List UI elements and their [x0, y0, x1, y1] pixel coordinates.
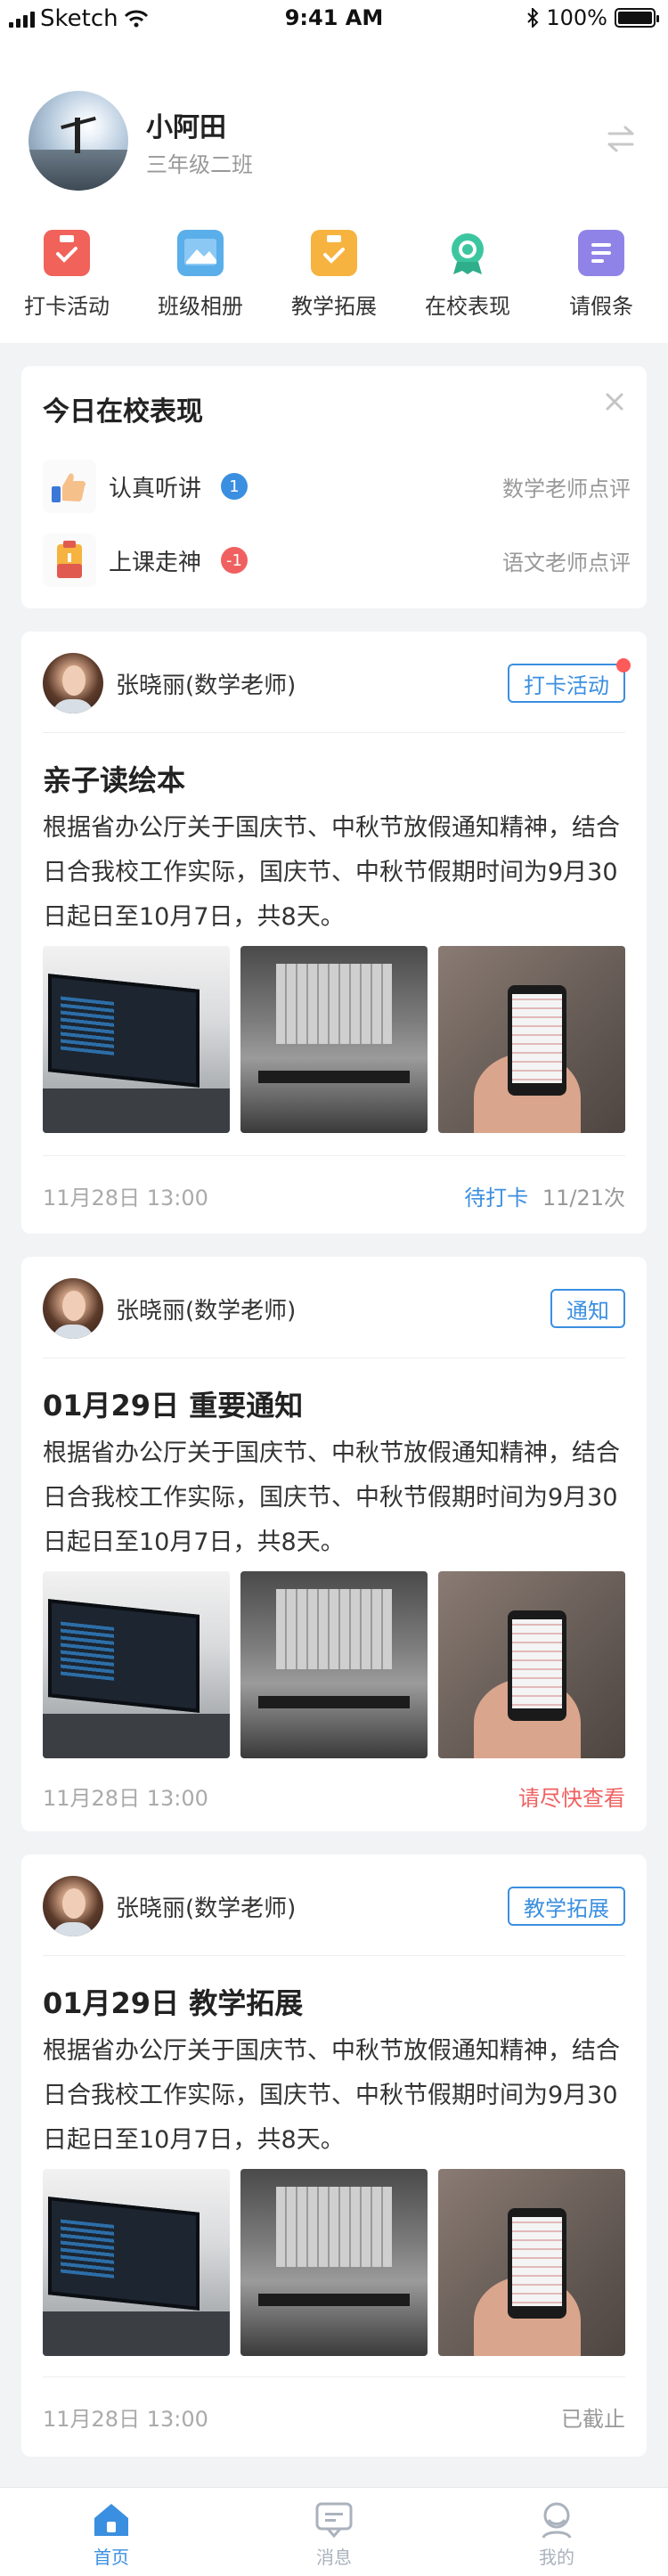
- menu-label: 教学拓展: [291, 294, 377, 319]
- profile-header: 小阿田 三年级二班 打卡活动 班级相册 教学拓展 在校表现 请假条: [0, 36, 668, 343]
- status-right: 100%: [526, 5, 659, 30]
- menu-item-checkin[interactable]: 打卡活动: [0, 230, 134, 320]
- user-name: 小阿田: [146, 112, 226, 143]
- category-tag[interactable]: 打卡活动: [508, 658, 631, 703]
- post-card[interactable]: 张晓丽(数学老师) 通知 01月29日 重要通知 根据省办公厅关于国庆节、中秋节…: [21, 1257, 647, 1831]
- status-count: 11/21次: [542, 1186, 625, 1211]
- avatar[interactable]: [29, 91, 128, 191]
- tab-label: 首页: [94, 2547, 129, 2568]
- post-time: 11月28日 13:00: [43, 2407, 208, 2432]
- teacher-avatar[interactable]: [43, 1278, 103, 1339]
- menu-label: 请假条: [569, 294, 633, 319]
- medal-icon: [444, 230, 491, 276]
- post-header: 张晓丽(数学老师) 教学拓展: [43, 1876, 625, 1936]
- author-name: 张晓丽(数学老师): [116, 1895, 297, 1922]
- photo-thumbnail[interactable]: [438, 946, 625, 1133]
- performance-note: 语文老师点评: [502, 550, 631, 575]
- post-title: 01月29日 教学拓展: [43, 1986, 304, 2020]
- author-name: 张晓丽(数学老师): [116, 672, 297, 699]
- post-body: 根据省办公厅关于国庆节、中秋节放假通知精神，结合日合我校工作实际，国庆节、中秋节…: [43, 1439, 620, 1556]
- profile-icon: [542, 2502, 572, 2539]
- divider: [43, 1955, 625, 1956]
- battery-percent: 100%: [546, 5, 607, 30]
- photo-grid: [43, 946, 625, 1133]
- divider: [43, 1357, 625, 1358]
- divider: [43, 732, 625, 733]
- post-card[interactable]: 张晓丽(数学老师) 教学拓展 01月29日 教学拓展 根据省办公厅关于国庆节、中…: [21, 1855, 647, 2457]
- post-header: 张晓丽(数学老师) 打卡活动: [43, 653, 631, 713]
- author-name: 张晓丽(数学老师): [116, 1297, 297, 1325]
- tab-label: 我的: [539, 2547, 574, 2568]
- teacher-avatar[interactable]: [43, 653, 103, 713]
- photo-thumbnail[interactable]: [240, 2169, 428, 2356]
- quick-menu: 打卡活动 班级相册 教学拓展 在校表现 请假条: [0, 230, 668, 320]
- post-title: 亲子读绘本: [43, 763, 186, 797]
- menu-item-teaching[interactable]: 教学拓展: [267, 230, 401, 320]
- unread-dot: [616, 658, 631, 673]
- photo-thumbnail[interactable]: [438, 1571, 625, 1758]
- divider: [43, 2376, 625, 2377]
- battery-icon: [615, 8, 659, 28]
- performance-label: 认真听讲: [109, 475, 202, 502]
- category-tag[interactable]: 通知: [550, 1289, 625, 1328]
- tab-label: 消息: [316, 2547, 352, 2568]
- tab-bar: 首页 消息 我的: [0, 2487, 668, 2576]
- tag-label: 通知: [566, 1298, 609, 1324]
- score-badge: 1: [221, 473, 248, 500]
- switch-icon[interactable]: [606, 125, 636, 153]
- status-label: 待打卡: [464, 1186, 529, 1211]
- tab-messages[interactable]: 消息: [223, 2488, 445, 2576]
- photo-grid: [43, 1571, 625, 1758]
- menu-item-performance[interactable]: 在校表现: [401, 230, 534, 320]
- card-title: 今日在校表现: [43, 396, 203, 428]
- tab-profile[interactable]: 我的: [445, 2488, 668, 2576]
- photo-album-icon: [177, 230, 224, 276]
- photo-thumbnail[interactable]: [43, 1571, 230, 1758]
- close-icon[interactable]: [602, 389, 627, 414]
- user-class: 三年级二班: [146, 152, 253, 177]
- post-header: 张晓丽(数学老师) 通知: [43, 1278, 625, 1339]
- home-icon: [94, 2504, 128, 2536]
- post-card[interactable]: 张晓丽(数学老师) 打卡活动 亲子读绘本 根据省办公厅关于国庆节、中秋节放假通知…: [21, 632, 647, 1234]
- today-performance-card: 今日在校表现 认真听讲 1 数学老师点评 上课走神 -1 语文老师点评: [21, 366, 647, 608]
- performance-row[interactable]: 上课走神 -1 语文老师点评: [43, 534, 631, 587]
- message-icon: [315, 2502, 353, 2539]
- tab-home[interactable]: 首页: [0, 2488, 223, 2576]
- post-status: 已截止: [561, 2407, 625, 2432]
- menu-item-leave[interactable]: 请假条: [534, 230, 668, 320]
- menu-label: 打卡活动: [24, 294, 110, 319]
- category-tag[interactable]: 教学拓展: [508, 1887, 625, 1926]
- thumbs-up-icon: [43, 460, 96, 513]
- menu-label: 在校表现: [425, 294, 510, 319]
- task-check-icon: [311, 230, 357, 276]
- post-time: 11月28日 13:00: [43, 1786, 208, 1811]
- performance-note: 数学老师点评: [502, 476, 631, 501]
- score-badge: -1: [221, 547, 248, 574]
- post-time: 11月28日 13:00: [43, 1186, 208, 1211]
- warning-clipboard-icon: [43, 534, 96, 587]
- document-icon: [578, 230, 624, 276]
- tag-label: 教学拓展: [524, 1895, 609, 1921]
- photo-thumbnail[interactable]: [43, 946, 230, 1133]
- photo-thumbnail[interactable]: [240, 946, 428, 1133]
- performance-row[interactable]: 认真听讲 1 数学老师点评: [43, 460, 631, 513]
- post-status: 请尽快查看: [518, 1786, 625, 1811]
- bluetooth-icon: [527, 8, 539, 28]
- post-status: 待打卡 11/21次: [464, 1180, 625, 1211]
- performance-label: 上课走神: [109, 549, 202, 576]
- clipboard-check-icon: [44, 230, 90, 276]
- menu-label: 班级相册: [158, 294, 243, 319]
- post-body: 根据省办公厅关于国庆节、中秋节放假通知精神，结合日合我校工作实际，国庆节、中秋节…: [43, 814, 620, 931]
- tag-label: 打卡活动: [524, 673, 609, 698]
- divider: [43, 1155, 625, 1156]
- photo-grid: [43, 2169, 625, 2356]
- post-body: 根据省办公厅关于国庆节、中秋节放假通知精神，结合日合我校工作实际，国庆节、中秋节…: [43, 2037, 620, 2154]
- status-bar: Sketch 9:41 AM 100%: [0, 0, 668, 36]
- menu-item-album[interactable]: 班级相册: [134, 230, 267, 320]
- photo-thumbnail[interactable]: [43, 2169, 230, 2356]
- photo-thumbnail[interactable]: [240, 1571, 428, 1758]
- post-title: 01月29日 重要通知: [43, 1389, 304, 1423]
- photo-thumbnail[interactable]: [438, 2169, 625, 2356]
- teacher-avatar[interactable]: [43, 1876, 103, 1936]
